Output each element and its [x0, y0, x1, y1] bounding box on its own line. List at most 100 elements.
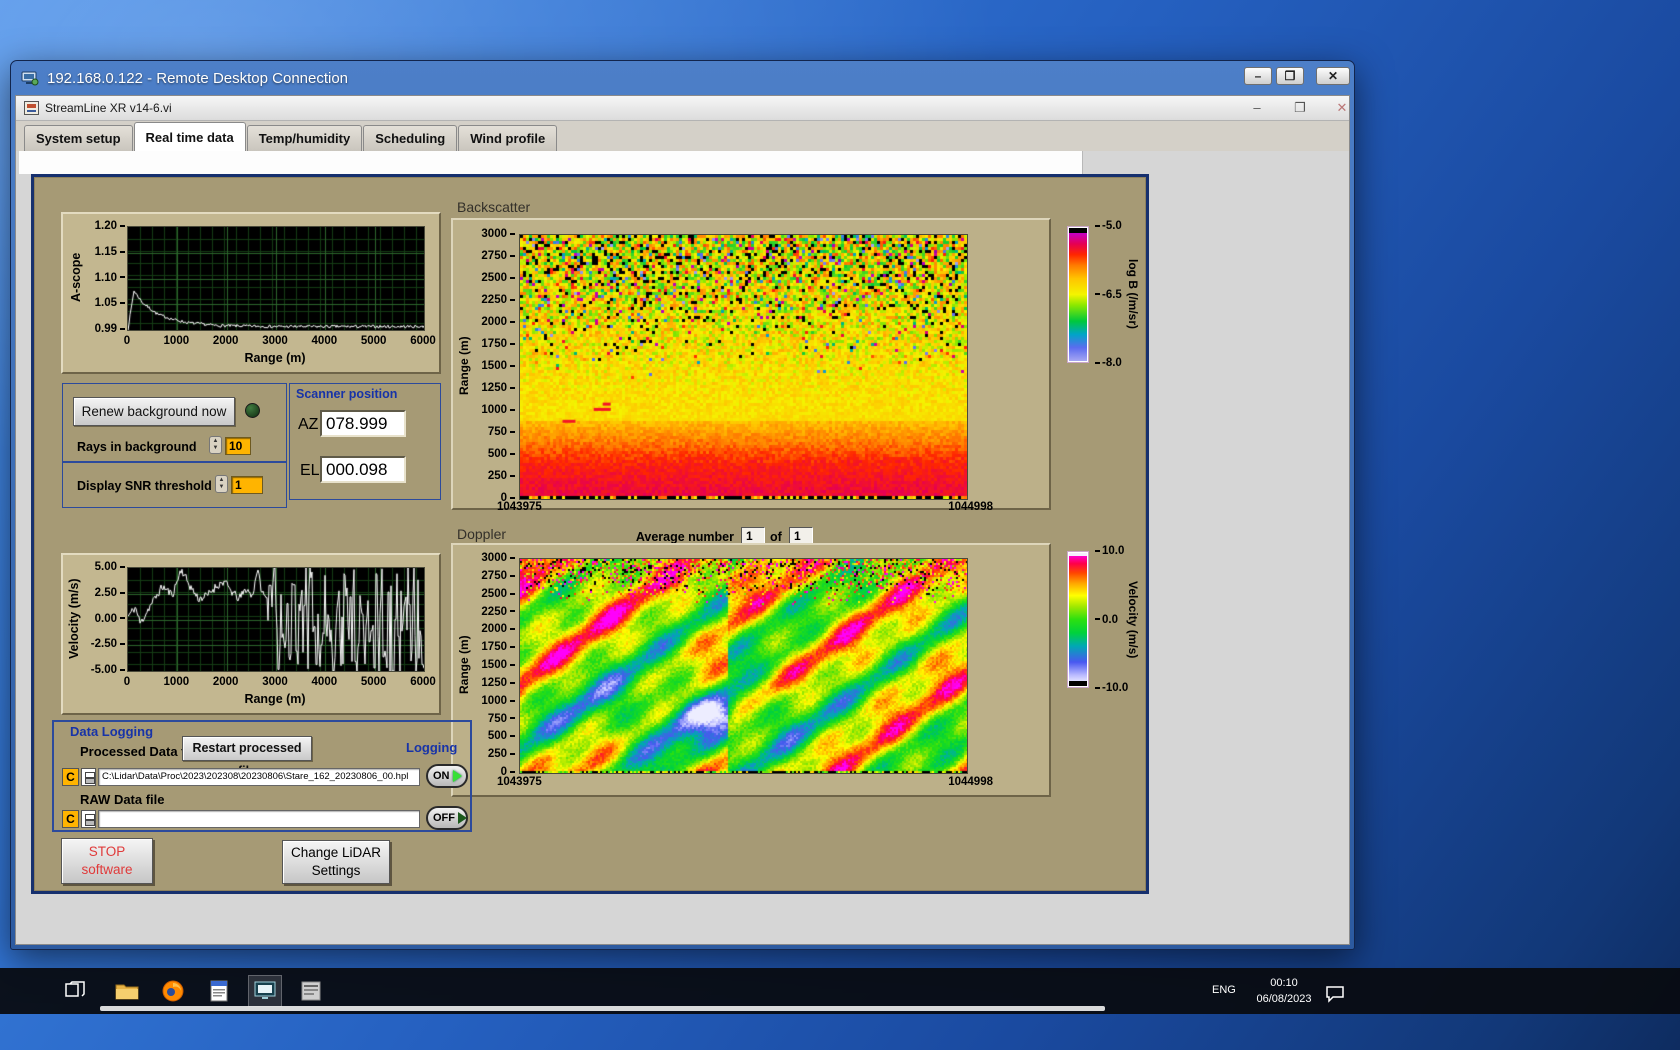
stop-software-line2: software	[81, 862, 133, 877]
processed-file-browse-icon[interactable]	[81, 768, 96, 786]
tick-label: 2000	[481, 623, 515, 635]
doppler-plot	[519, 558, 968, 774]
app-close-button[interactable]: ✕	[1329, 100, 1355, 116]
snr-value-field[interactable]: 1	[231, 476, 263, 494]
doppler-x-end: 1044998	[948, 776, 993, 788]
ascope-x-ticks: 0 1000 2000 3000 4000 5000 6000	[123, 335, 436, 349]
rays-spinner[interactable]: ▲ ▼	[209, 436, 222, 454]
doppler-colorbar-gradient	[1069, 553, 1087, 686]
backscatter-colorbar-cap	[1069, 228, 1087, 233]
raw-toggle-off-led	[458, 812, 467, 824]
tick-label: 3000	[481, 228, 515, 240]
tick-label: 1000	[481, 695, 515, 707]
tick-label: 1000	[163, 335, 190, 347]
snr-threshold-box: Display SNR threshold ▲ ▼ 1	[62, 462, 287, 508]
backscatter-title: Backscatter	[457, 199, 531, 215]
tick-label: 2000	[212, 335, 239, 347]
tick-label: 6000	[410, 335, 436, 347]
rdp-titlebar[interactable]: 192.168.0.122 - Remote Desktop Connectio…	[11, 61, 1354, 95]
velocity-plot	[127, 567, 425, 672]
tab-system-setup[interactable]: System setup	[24, 125, 133, 151]
app-titlebar[interactable]: StreamLine XR v14-6.vi	[16, 96, 1349, 121]
raw-data-file-label: RAW Data file	[80, 792, 165, 807]
ascope-y-ticks: 1.20 1.15 1.10 1.05 0.99	[79, 220, 125, 335]
tick-label: 0.0	[1095, 614, 1118, 626]
rays-value-field[interactable]: 10	[225, 437, 251, 455]
hidden-window-edge[interactable]	[100, 1006, 1105, 1011]
tick-label: 1750	[481, 641, 515, 653]
tick-label: 1.10	[95, 272, 125, 284]
raw-logging-toggle[interactable]: OFF	[426, 806, 468, 830]
tick-label: 2500	[481, 272, 515, 284]
processed-drive-selector[interactable]: C	[62, 768, 79, 786]
language-indicator[interactable]: ENG	[1212, 984, 1236, 996]
tab-bar: System setup Real time data Temp/humidit…	[16, 121, 1349, 151]
stop-software-button[interactable]: STOP software	[61, 838, 153, 884]
tab-temp-humidity[interactable]: Temp/humidity	[246, 125, 363, 151]
rdp-minimize-button[interactable]: –	[1244, 67, 1272, 85]
tick-label: 1000	[481, 404, 515, 416]
tick-label: 2500	[481, 588, 515, 600]
tab-scheduling[interactable]: Scheduling	[363, 125, 458, 151]
scan-scheduler-button[interactable]	[294, 975, 328, 1007]
rdp-close-button[interactable]: ✕	[1316, 67, 1350, 85]
rdp-icon	[21, 71, 39, 85]
renew-background-led	[245, 403, 260, 418]
task-view-button[interactable]	[58, 975, 92, 1007]
processed-logging-toggle[interactable]: ON	[426, 764, 468, 788]
snr-spinner[interactable]: ▲ ▼	[215, 475, 228, 493]
tick-label: 5000	[360, 335, 387, 347]
tick-label: 2250	[481, 294, 515, 306]
file-explorer-button[interactable]	[110, 975, 144, 1007]
tick-label: 750	[488, 426, 515, 438]
folder-icon	[115, 984, 139, 1000]
backscatter-y-ticks: 3000 2750 2500 2250 2000 1750 1500 1250 1000 750 5…	[471, 228, 515, 504]
tick-label: -5.0	[1095, 220, 1122, 232]
velocity-x-ticks: 0 1000 2000 3000 4000 5000 6000	[124, 676, 436, 690]
rdp-maximize-button[interactable]: ❐	[1276, 67, 1304, 85]
tick-label: 2750	[481, 570, 515, 582]
renew-background-button[interactable]: Renew background now	[73, 397, 235, 426]
tick-label: 10.0	[1095, 545, 1124, 557]
stop-software-line1: STOP	[88, 843, 126, 859]
tick-label: 0	[123, 335, 131, 347]
rays-in-background-label: Rays in background	[77, 440, 197, 454]
logging-label: Logging	[406, 740, 458, 755]
tab-real-time-data[interactable]: Real time data	[133, 122, 246, 151]
taskbar-clock[interactable]: 00:10 06/08/2023	[1246, 976, 1322, 1008]
tick-label: 2000	[212, 676, 239, 688]
processed-path-field[interactable]: C:\Lidar\Data\Proc\2023\202308\20230806\…	[98, 768, 420, 786]
desktop: 192.168.0.122 - Remote Desktop Connectio…	[0, 0, 1680, 1050]
remote-desktop-app-button[interactable]	[248, 975, 282, 1007]
backscatter-colorbar	[1067, 226, 1089, 363]
action-center-icon	[1326, 986, 1344, 1003]
change-settings-line1: Change LiDAR	[290, 844, 382, 860]
raw-file-browse-icon[interactable]	[81, 810, 96, 828]
firefox-button[interactable]	[156, 975, 190, 1007]
processed-toggle-label: ON	[433, 770, 450, 782]
velocity-y-ticks: 5.00 2.50 0.00 -2.50 -5.00	[79, 561, 125, 676]
tick-label: 1.20	[95, 220, 125, 232]
app-restore-button[interactable]: ❐	[1287, 100, 1313, 116]
velocity-graph-panel: Velocity (m/s) 5.00 2.50 0.00 -2.50 -5.00 01…	[61, 553, 441, 715]
raw-path-field[interactable]	[98, 810, 420, 828]
raw-drive-selector[interactable]: C	[62, 810, 79, 828]
backscatter-y-axis-title: Range (m)	[457, 336, 471, 396]
el-label: EL	[300, 462, 320, 479]
tick-label: 1750	[481, 338, 515, 350]
tick-label: 3000	[262, 676, 288, 688]
change-settings-line2: Settings	[311, 863, 361, 878]
tab-wind-profile[interactable]: Wind profile	[458, 125, 558, 151]
action-center-button[interactable]	[1318, 978, 1352, 1010]
tick-label: -10.0	[1095, 682, 1128, 694]
app-minimize-button[interactable]: –	[1244, 100, 1270, 115]
scanner-position-title: Scanner position	[296, 387, 398, 401]
tick-label: -5.00	[91, 664, 125, 676]
document-app-button[interactable]	[202, 975, 236, 1007]
change-lidar-settings-button[interactable]: Change LiDAR Settings	[282, 840, 390, 884]
tick-label: 1250	[481, 677, 515, 689]
restart-processed-file-button[interactable]: Restart processed file	[182, 736, 312, 778]
clock-date: 06/08/2023	[1256, 992, 1312, 1005]
average-of-label: of	[770, 530, 782, 544]
tick-label: 750	[488, 713, 515, 725]
